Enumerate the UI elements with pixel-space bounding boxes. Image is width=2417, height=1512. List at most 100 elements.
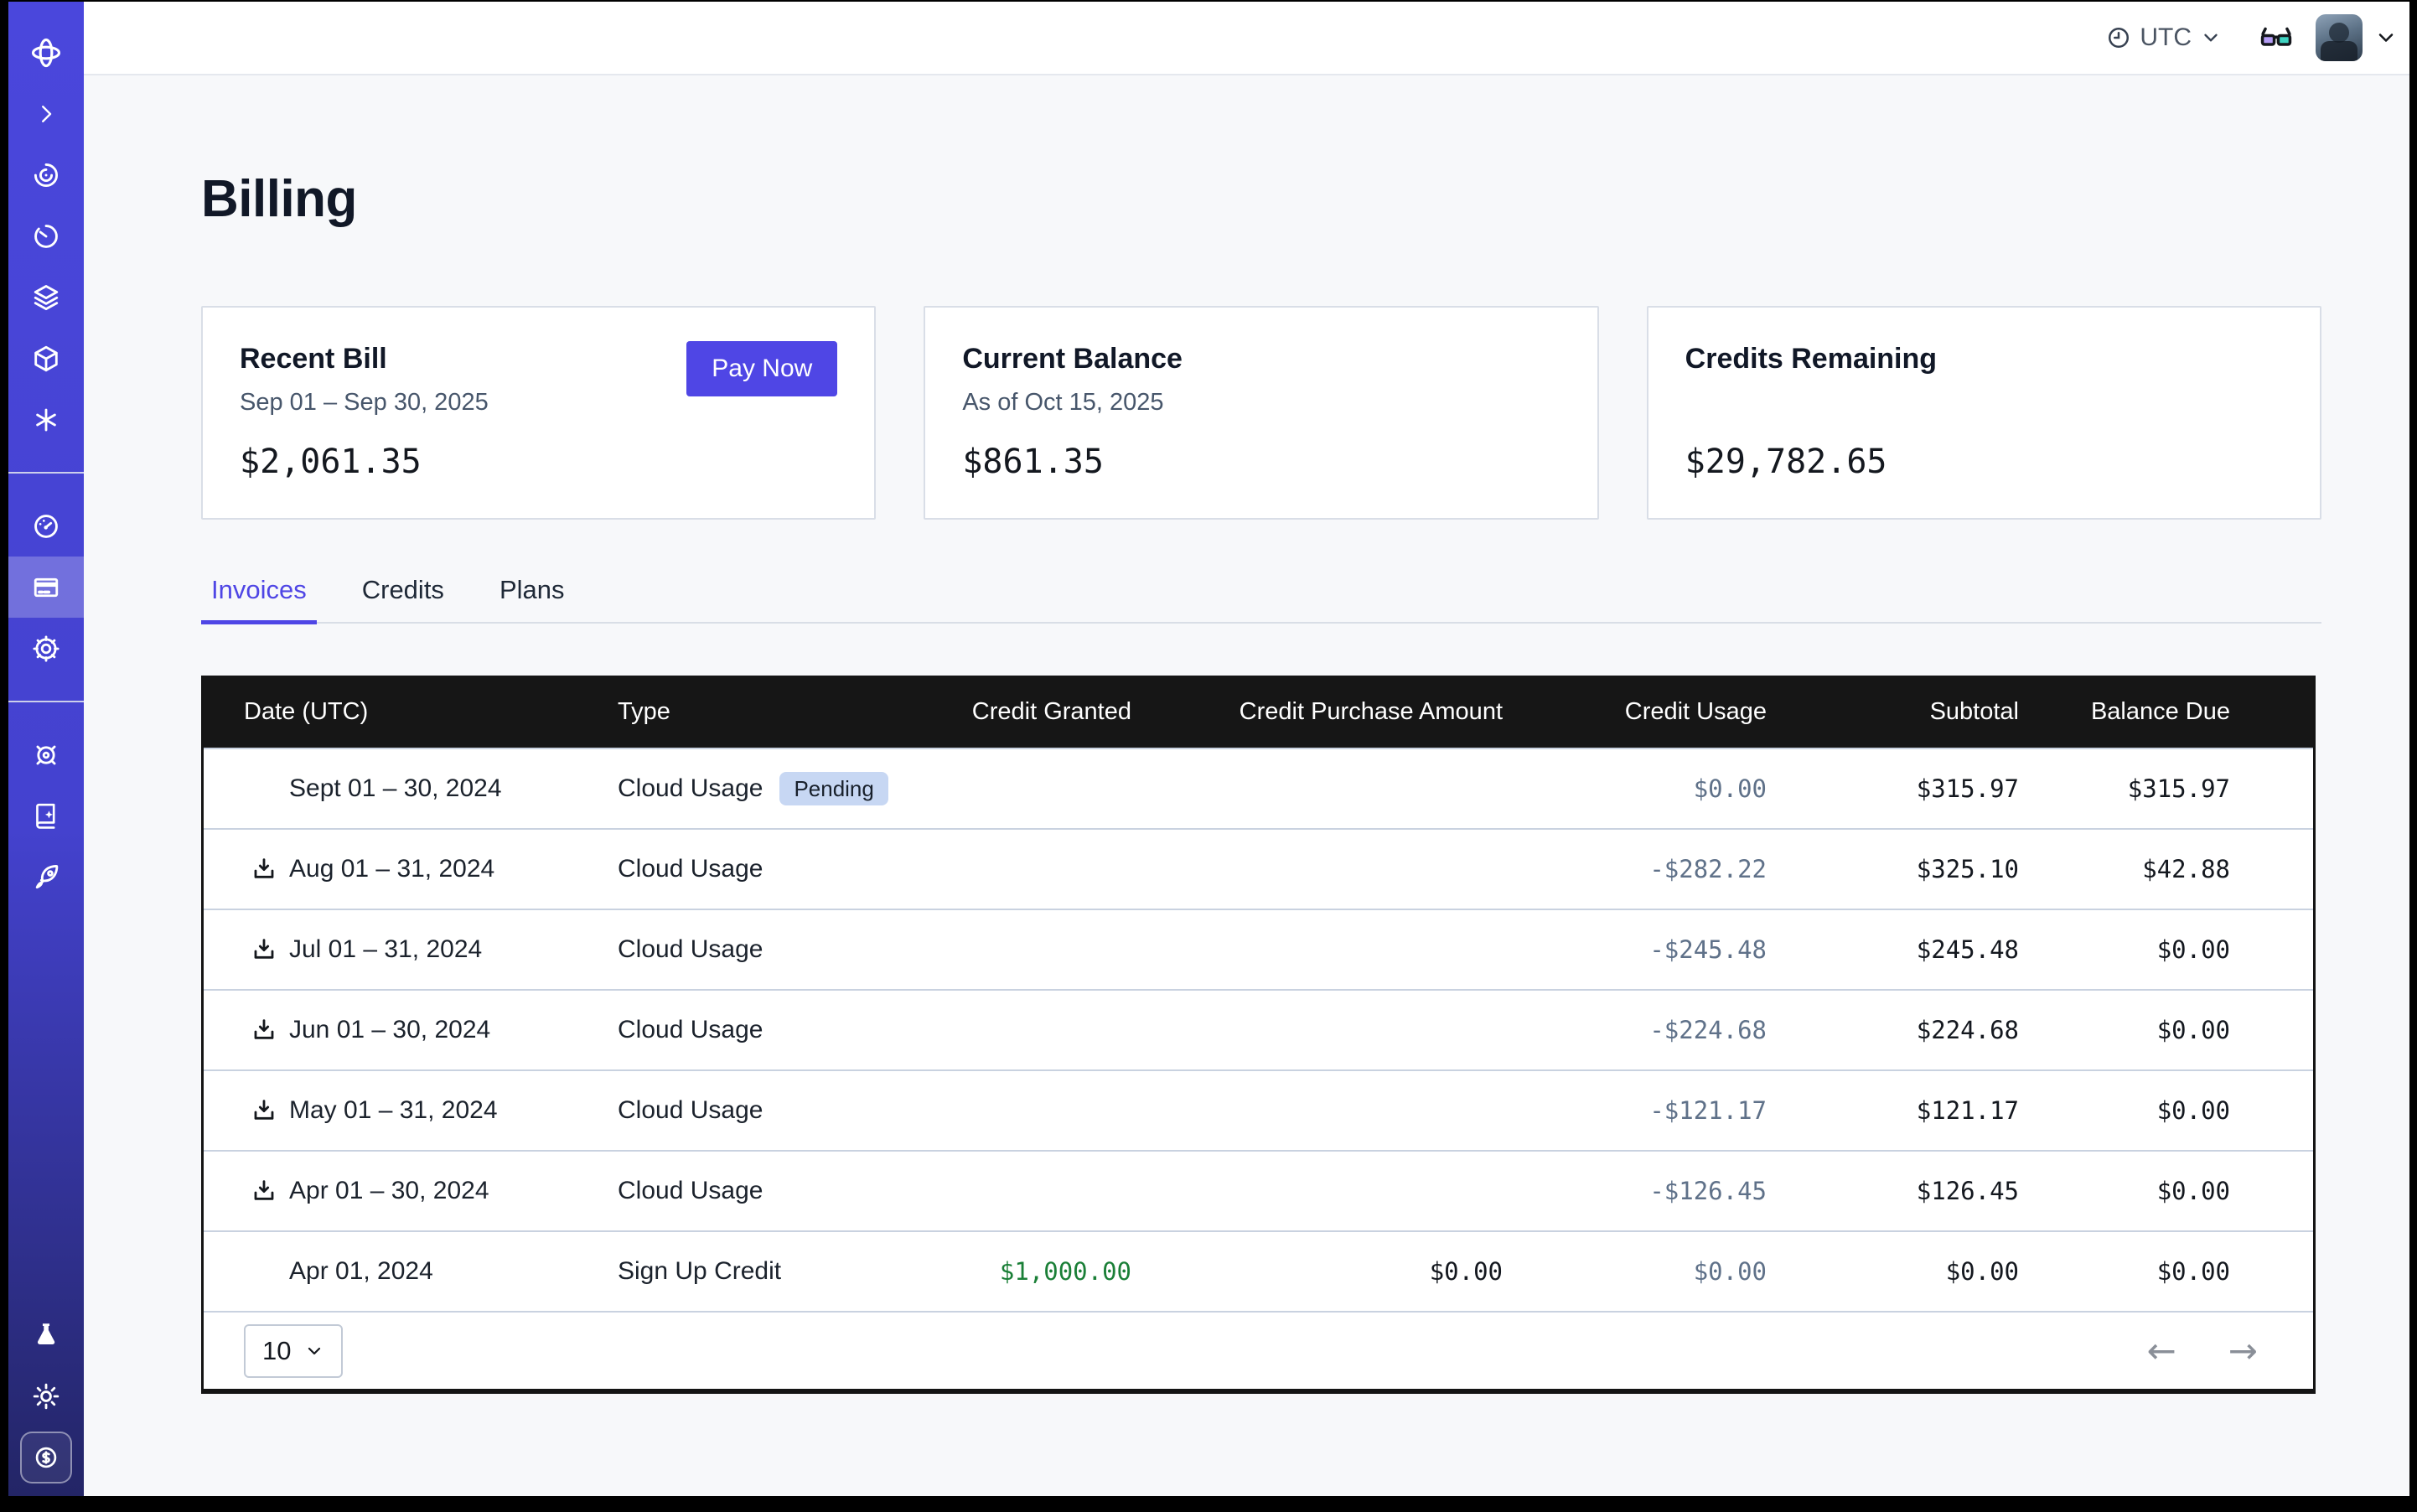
credit-granted-value: $1,000.00 — [893, 1257, 1131, 1286]
main-area: UTC Billing Recent B — [84, 2, 2409, 1496]
sidebar-item-docs[interactable] — [8, 785, 84, 847]
pagination: ← → — [2147, 1333, 2258, 1369]
invoice-type: Cloud Usage — [618, 855, 763, 883]
icon-spacer — [251, 775, 277, 802]
current-balance-card: Current Balance As of Oct 15, 2025 $861.… — [924, 306, 1598, 520]
credit-usage-value: -$121.17 — [1503, 1096, 1767, 1125]
table-row: Jul 01 – 31, 2024 Cloud Usage -$245.48 $… — [204, 909, 2313, 989]
credit-usage-value: -$282.22 — [1503, 855, 1767, 883]
book-sparkle-icon — [31, 801, 61, 831]
dollar-badge-icon — [32, 1443, 60, 1472]
clock-icon — [2106, 25, 2131, 50]
tab-invoices[interactable]: Invoices — [201, 575, 317, 622]
sidebar-item-expand[interactable] — [8, 83, 84, 144]
spiral-icon — [31, 160, 61, 190]
column-header-credit-purchase: Credit Purchase Amount — [1131, 698, 1503, 726]
table-row: Apr 01, 2024 Sign Up Credit $1,000.00 $0… — [204, 1230, 2313, 1311]
invoice-date: Sept 01 – 30, 2024 — [289, 774, 502, 803]
balance-due-value: $0.00 — [2019, 1177, 2313, 1205]
column-header-date: Date (UTC) — [204, 698, 608, 726]
sidebar-item-billing[interactable] — [8, 557, 84, 618]
page-size-value: 10 — [262, 1336, 291, 1366]
download-invoice-button[interactable] — [251, 1178, 277, 1204]
credits-button — [20, 1432, 72, 1484]
subtotal-value: $224.68 — [1767, 1016, 2019, 1044]
subtotal-value: $0.00 — [1767, 1257, 2019, 1286]
download-invoice-button[interactable] — [251, 1097, 277, 1124]
table-row: May 01 – 31, 2024 Cloud Usage -$121.17 $… — [204, 1069, 2313, 1150]
balance-due-value: $0.00 — [2019, 1257, 2313, 1286]
credits-remaining-card: Credits Remaining $29,782.65 — [1647, 306, 2321, 520]
column-header-credit-usage: Credit Usage — [1503, 698, 1767, 726]
credit-usage-value: -$245.48 — [1503, 935, 1767, 964]
subtotal-value: $245.48 — [1767, 935, 2019, 964]
card-title: Credits Remaining — [1685, 343, 2283, 375]
summary-cards: Recent Bill Sep 01 – Sep 30, 2025 $2,061… — [201, 306, 2321, 520]
download-icon — [251, 856, 277, 883]
pay-now-button[interactable]: Pay Now — [686, 341, 837, 396]
sidebar-item-cube[interactable] — [8, 328, 84, 389]
sidebar-item-credits[interactable] — [8, 1427, 84, 1488]
sidebar-item-asterisk[interactable] — [8, 389, 84, 450]
gauge-icon — [31, 511, 61, 541]
layers-icon — [31, 282, 61, 313]
sidebar-item-launch[interactable] — [8, 847, 84, 908]
chevron-down-icon — [2374, 26, 2398, 49]
app-window: UTC Billing Recent B — [8, 2, 2409, 1496]
invoice-type: Cloud Usage — [618, 1016, 763, 1044]
invoice-date: Aug 01 – 31, 2024 — [289, 855, 494, 883]
column-header-balance-due: Balance Due — [2019, 698, 2313, 726]
next-page-button[interactable]: → — [2228, 1333, 2258, 1369]
asterisk-icon — [31, 405, 61, 435]
balance-due-value: $42.88 — [2019, 855, 2313, 883]
chevron-down-icon — [2200, 27, 2222, 49]
sidebar-item-theme[interactable] — [8, 1365, 84, 1427]
sidebar — [8, 2, 84, 1496]
page-size-select[interactable]: 10 — [244, 1324, 343, 1378]
table-header-row: Date (UTC) Type Credit Granted Credit Pu… — [204, 676, 2313, 748]
chevron-right-icon — [34, 101, 59, 127]
tab-credits[interactable]: Credits — [352, 575, 454, 622]
sidebar-item-history[interactable] — [8, 205, 84, 267]
credit-usage-value: -$126.45 — [1503, 1177, 1767, 1205]
sidebar-item-usage[interactable] — [8, 495, 84, 557]
current-balance-amount: $861.35 — [962, 443, 1104, 481]
timezone-label: UTC — [2140, 23, 2192, 52]
reader-mode-button[interactable] — [2259, 20, 2294, 55]
invoice-type: Cloud Usage — [618, 1177, 763, 1205]
column-header-credit-granted: Credit Granted — [893, 698, 1131, 726]
account-menu-button[interactable] — [2374, 26, 2398, 49]
app-logo[interactable] — [8, 22, 84, 83]
card-title: Current Balance — [962, 343, 1560, 375]
invoice-type: Sign Up Credit — [618, 1257, 781, 1286]
invoice-type: Cloud Usage — [618, 774, 763, 803]
download-invoice-button[interactable] — [251, 856, 277, 883]
timezone-selector[interactable]: UTC — [2106, 23, 2222, 52]
balance-due-value: $0.00 — [2019, 1096, 2313, 1125]
sidebar-item-labs[interactable] — [8, 1304, 84, 1365]
sidebar-item-settings[interactable] — [8, 618, 84, 679]
previous-page-button[interactable]: ← — [2147, 1333, 2176, 1369]
credit-purchase-value: $0.00 — [1131, 1257, 1503, 1286]
avatar[interactable] — [2316, 14, 2363, 61]
invoice-date: May 01 – 31, 2024 — [289, 1096, 498, 1125]
sidebar-item-observe[interactable] — [8, 144, 84, 205]
download-icon — [251, 936, 277, 963]
sidebar-divider — [8, 701, 84, 702]
invoice-type: Cloud Usage — [618, 1096, 763, 1125]
topbar: UTC — [84, 2, 2409, 75]
download-invoice-button[interactable] — [251, 1017, 277, 1043]
sidebar-item-helm[interactable] — [8, 724, 84, 785]
invoice-date: Apr 01 – 30, 2024 — [289, 1177, 489, 1205]
history-timer-icon — [31, 221, 61, 251]
glasses-icon — [2259, 20, 2294, 55]
credit-usage-value: -$224.68 — [1503, 1016, 1767, 1044]
sidebar-item-layers[interactable] — [8, 267, 84, 328]
subtotal-value: $126.45 — [1767, 1177, 2019, 1205]
invoice-date: Apr 01, 2024 — [289, 1257, 433, 1286]
subtotal-value: $315.97 — [1767, 774, 2019, 803]
tab-plans[interactable]: Plans — [489, 575, 575, 622]
billing-tabs: Invoices Credits Plans — [201, 575, 2321, 624]
download-invoice-button[interactable] — [251, 936, 277, 963]
invoice-type: Cloud Usage — [618, 935, 763, 964]
